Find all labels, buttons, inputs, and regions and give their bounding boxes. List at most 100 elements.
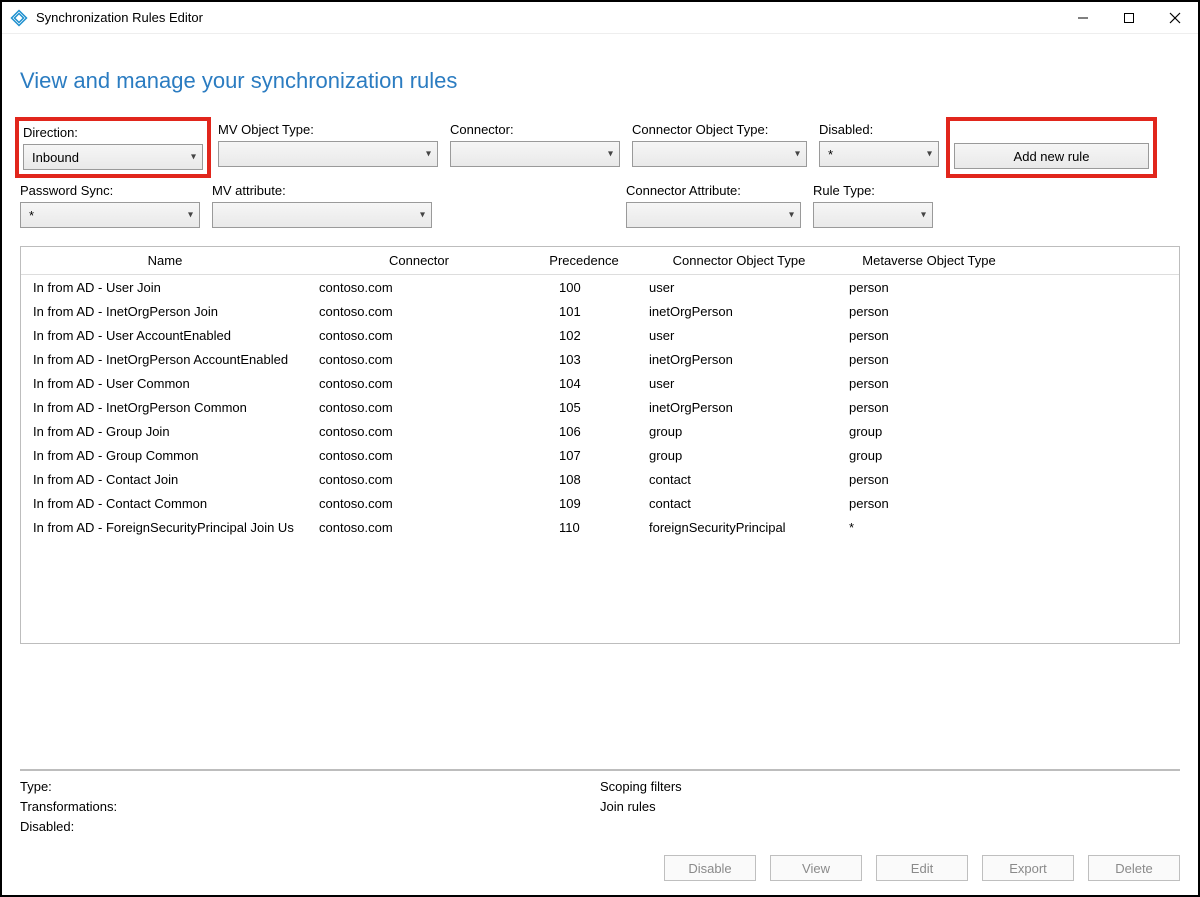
password-sync-label: Password Sync: (20, 183, 200, 198)
table-row[interactable]: In from AD - ForeignSecurityPrincipal Jo… (21, 515, 1179, 539)
cell-name: In from AD - InetOrgPerson Join (21, 304, 309, 319)
cell-connector: contoso.com (309, 280, 529, 295)
filter-mv-attribute: MV attribute: ▾ (212, 183, 432, 228)
table-row[interactable]: In from AD - Group Joincontoso.com106gro… (21, 419, 1179, 443)
cell-name: In from AD - Contact Join (21, 472, 309, 487)
cell-mv-object-type: person (839, 400, 1019, 415)
view-button[interactable]: View (770, 855, 862, 881)
close-button[interactable] (1152, 2, 1198, 34)
table-row[interactable]: In from AD - InetOrgPerson Joincontoso.c… (21, 299, 1179, 323)
password-sync-combo[interactable]: * ▾ (20, 202, 200, 228)
mv-attribute-combo[interactable]: ▾ (212, 202, 432, 228)
cell-precedence: 105 (529, 400, 639, 415)
cell-precedence: 106 (529, 424, 639, 439)
table-row[interactable]: In from AD - User Joincontoso.com100user… (21, 275, 1179, 299)
cell-mv-object-type: person (839, 280, 1019, 295)
direction-value: Inbound (32, 150, 79, 165)
edit-button[interactable]: Edit (876, 855, 968, 881)
cell-connector-object-type: user (639, 280, 839, 295)
cell-connector: contoso.com (309, 472, 529, 487)
cell-precedence: 101 (529, 304, 639, 319)
table-row[interactable]: In from AD - Contact Commoncontoso.com10… (21, 491, 1179, 515)
cell-precedence: 100 (529, 280, 639, 295)
maximize-button[interactable] (1106, 2, 1152, 34)
details-grid: Type: Transformations: Disabled: Scoping… (20, 777, 1180, 837)
page-title: View and manage your synchronization rul… (20, 68, 1180, 94)
table-row[interactable]: In from AD - User AccountEnabledcontoso.… (21, 323, 1179, 347)
cell-connector: contoso.com (309, 328, 529, 343)
table-row[interactable]: In from AD - Contact Joincontoso.com108c… (21, 467, 1179, 491)
export-button[interactable]: Export (982, 855, 1074, 881)
th-connector-object-type[interactable]: Connector Object Type (639, 253, 839, 268)
th-connector[interactable]: Connector (309, 253, 529, 268)
cell-mv-object-type: person (839, 352, 1019, 367)
app-window: Synchronization Rules Editor View and ma… (0, 0, 1200, 897)
edit-label: Edit (911, 861, 933, 876)
disabled-combo[interactable]: * ▾ (819, 141, 939, 167)
cell-precedence: 110 (529, 520, 639, 535)
rule-type-combo[interactable]: ▾ (813, 202, 933, 228)
window-controls (1060, 2, 1198, 34)
cell-connector-object-type: foreignSecurityPrincipal (639, 520, 839, 535)
minimize-button[interactable] (1060, 2, 1106, 34)
table-row[interactable]: In from AD - InetOrgPerson AccountEnable… (21, 347, 1179, 371)
cell-connector-object-type: group (639, 424, 839, 439)
disable-label: Disable (688, 861, 731, 876)
connector-label: Connector: (450, 122, 620, 137)
details-left: Type: Transformations: Disabled: (20, 777, 600, 837)
table-row[interactable]: In from AD - Group Commoncontoso.com107g… (21, 443, 1179, 467)
filter-row-2: Password Sync: * ▾ MV attribute: ▾ Conne… (20, 183, 1180, 228)
chevron-down-icon: ▾ (426, 149, 431, 160)
mv-object-type-combo[interactable]: ▾ (218, 141, 438, 167)
rule-type-label: Rule Type: (813, 183, 933, 198)
disabled-label: Disabled: (819, 122, 939, 137)
cell-connector-object-type: inetOrgPerson (639, 304, 839, 319)
cell-mv-object-type: * (839, 520, 1019, 535)
filter-connector-object-type: Connector Object Type: ▾ (632, 122, 807, 173)
cell-name: In from AD - ForeignSecurityPrincipal Jo… (21, 520, 309, 535)
delete-button[interactable]: Delete (1088, 855, 1180, 881)
app-icon (10, 9, 28, 27)
detail-join-rules: Join rules (600, 797, 682, 817)
detail-disabled: Disabled: (20, 817, 600, 837)
add-new-rule-button[interactable]: Add new rule (954, 143, 1149, 169)
add-new-rule-label: Add new rule (1014, 149, 1090, 164)
filter-password-sync: Password Sync: * ▾ (20, 183, 200, 228)
filter-mv-object-type: MV Object Type: ▾ (218, 122, 438, 173)
table-row[interactable]: In from AD - InetOrgPerson Commoncontoso… (21, 395, 1179, 419)
filter-disabled: Disabled: * ▾ (819, 122, 939, 173)
connector-combo[interactable]: ▾ (450, 141, 620, 167)
cell-connector: contoso.com (309, 496, 529, 511)
disable-button[interactable]: Disable (664, 855, 756, 881)
rules-table: Name Connector Precedence Connector Obje… (20, 246, 1180, 644)
cell-connector: contoso.com (309, 400, 529, 415)
cell-connector-object-type: inetOrgPerson (639, 352, 839, 367)
details-section: Type: Transformations: Disabled: Scoping… (20, 769, 1180, 885)
th-name[interactable]: Name (21, 253, 309, 268)
filter-connector-attribute: Connector Attribute: ▾ (626, 183, 801, 228)
cell-connector-object-type: contact (639, 496, 839, 511)
filter-connector: Connector: ▾ (450, 122, 620, 173)
cell-mv-object-type: person (839, 304, 1019, 319)
add-rule-wrap: Add new rule (951, 122, 1152, 173)
th-precedence[interactable]: Precedence (529, 253, 639, 268)
table-body[interactable]: In from AD - User Joincontoso.com100user… (21, 275, 1179, 643)
cell-connector: contoso.com (309, 520, 529, 535)
table-row[interactable]: In from AD - User Commoncontoso.com104us… (21, 371, 1179, 395)
cell-precedence: 108 (529, 472, 639, 487)
cell-connector-object-type: inetOrgPerson (639, 400, 839, 415)
cell-mv-object-type: person (839, 472, 1019, 487)
cell-name: In from AD - Group Join (21, 424, 309, 439)
cell-precedence: 107 (529, 448, 639, 463)
connector-object-type-combo[interactable]: ▾ (632, 141, 807, 167)
connector-object-type-label: Connector Object Type: (632, 122, 807, 137)
cell-precedence: 103 (529, 352, 639, 367)
cell-mv-object-type: group (839, 424, 1019, 439)
detail-type: Type: (20, 777, 600, 797)
cell-connector-object-type: user (639, 328, 839, 343)
cell-mv-object-type: person (839, 376, 1019, 391)
connector-attribute-combo[interactable]: ▾ (626, 202, 801, 228)
cell-connector: contoso.com (309, 352, 529, 367)
direction-combo[interactable]: Inbound ▾ (23, 144, 203, 170)
th-mv-object-type[interactable]: Metaverse Object Type (839, 253, 1019, 268)
